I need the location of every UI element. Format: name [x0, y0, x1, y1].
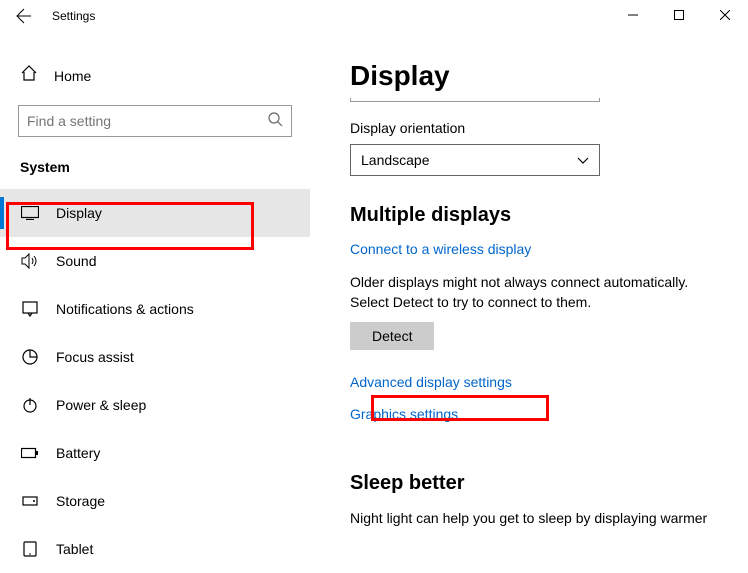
minimize-icon [628, 10, 638, 20]
close-icon [720, 10, 730, 20]
sidebar: Home System Display Sound Notifica [0, 32, 310, 571]
sidebar-item-label: Storage [56, 493, 105, 509]
detect-button[interactable]: Detect [350, 322, 434, 350]
sidebar-item-sound[interactable]: Sound [0, 237, 310, 285]
arrow-left-icon [16, 8, 32, 24]
search-icon [267, 111, 283, 132]
sidebar-item-label: Tablet [56, 541, 93, 557]
multiple-displays-heading: Multiple displays [350, 204, 708, 227]
sidebar-item-label: Display [56, 205, 102, 221]
sidebar-item-label: Sound [56, 253, 96, 269]
search-field[interactable] [27, 113, 267, 129]
display-icon [20, 206, 40, 220]
sidebar-item-label: Battery [56, 445, 100, 461]
minimize-button[interactable] [610, 0, 656, 30]
home-link[interactable]: Home [0, 56, 310, 105]
sidebar-item-power-sleep[interactable]: Power & sleep [0, 381, 310, 429]
close-button[interactable] [702, 0, 748, 30]
back-button[interactable] [0, 0, 48, 32]
resolution-dropdown-partial[interactable] [350, 98, 600, 102]
battery-icon [20, 447, 40, 459]
focus-assist-icon [20, 349, 40, 365]
sidebar-item-label: Power & sleep [56, 397, 146, 413]
advanced-display-link[interactable]: Advanced display settings [350, 374, 512, 390]
search-input[interactable] [18, 105, 292, 137]
sound-icon [20, 253, 40, 269]
orientation-value: Landscape [361, 152, 430, 168]
maximize-icon [674, 10, 684, 20]
detect-description: Older displays might not always connect … [350, 273, 708, 312]
wireless-display-link[interactable]: Connect to a wireless display [350, 241, 531, 257]
sidebar-item-display[interactable]: Display [0, 189, 310, 237]
chevron-down-icon [577, 152, 589, 168]
tablet-icon [20, 541, 40, 557]
graphics-settings-link[interactable]: Graphics settings [350, 406, 458, 422]
orientation-label: Display orientation [350, 120, 708, 136]
sidebar-item-storage[interactable]: Storage [0, 477, 310, 525]
sidebar-item-battery[interactable]: Battery [0, 429, 310, 477]
sidebar-item-focus-assist[interactable]: Focus assist [0, 333, 310, 381]
maximize-button[interactable] [656, 0, 702, 30]
sleep-better-heading: Sleep better [350, 472, 708, 495]
sidebar-item-notifications[interactable]: Notifications & actions [0, 285, 310, 333]
sleep-description: Night light can help you get to sleep by… [350, 509, 708, 529]
home-label: Home [54, 68, 91, 84]
storage-icon [20, 493, 40, 509]
notifications-icon [20, 301, 40, 317]
sidebar-item-tablet[interactable]: Tablet [0, 525, 310, 573]
window-title: Settings [52, 9, 95, 23]
category-heading: System [0, 159, 310, 189]
orientation-dropdown[interactable]: Landscape [350, 144, 600, 176]
power-icon [20, 397, 40, 413]
home-icon [20, 64, 38, 87]
window-controls [610, 0, 748, 30]
titlebar: Settings [0, 0, 748, 32]
content-area: Display Display orientation Landscape Mu… [310, 32, 748, 571]
sidebar-item-label: Focus assist [56, 349, 134, 365]
page-title: Display [350, 60, 708, 92]
sidebar-item-label: Notifications & actions [56, 301, 194, 317]
